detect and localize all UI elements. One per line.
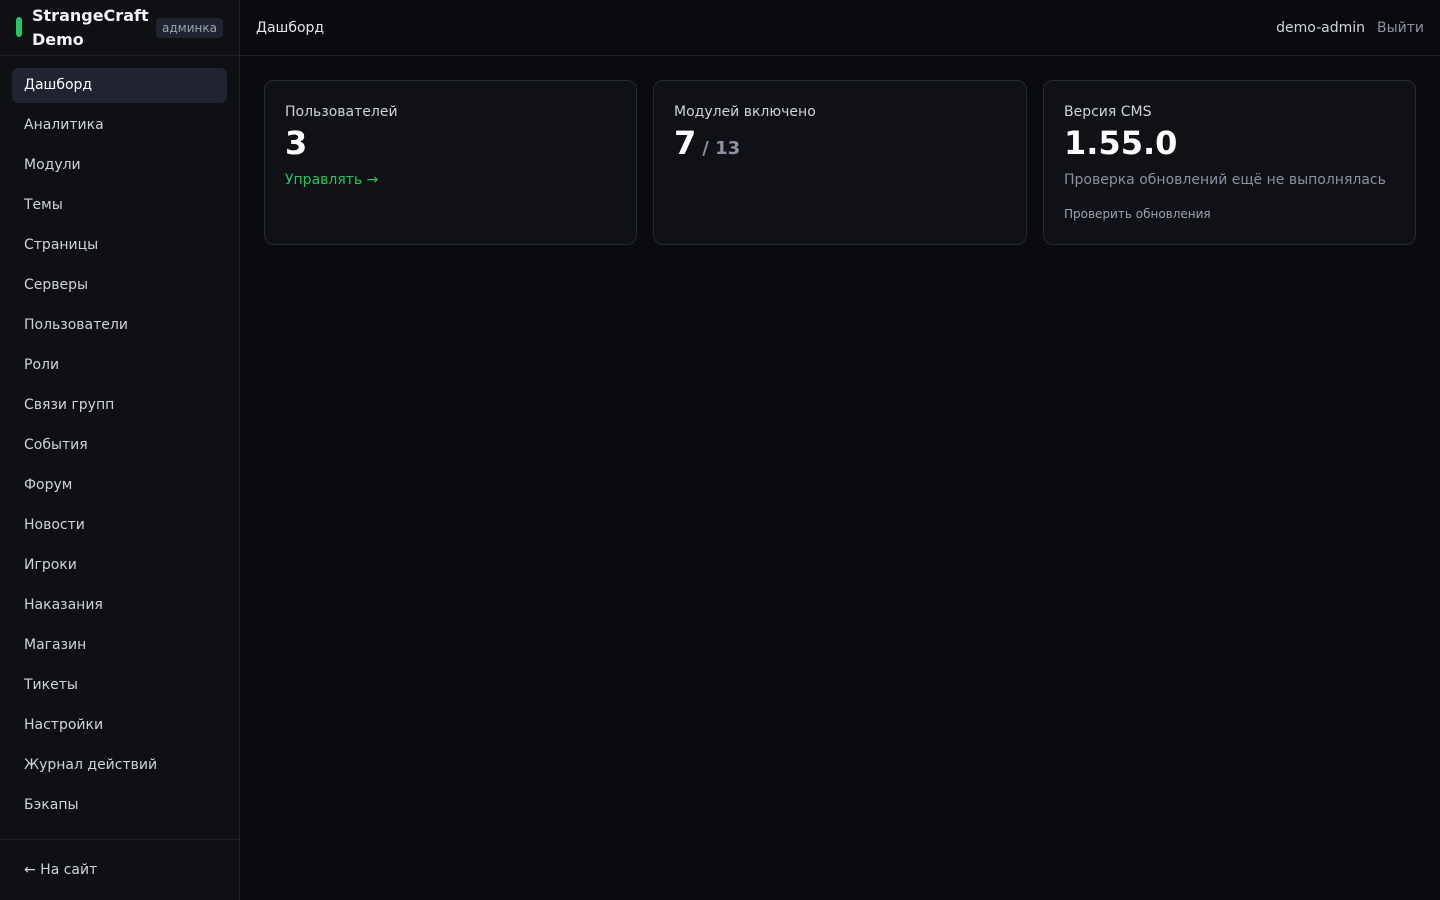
top-bar: Дашборд demo-admin Выйти (240, 0, 1440, 56)
users-card: Пользователей 3 Управлять → (264, 80, 637, 245)
version-card-label: Версия CMS (1064, 104, 1152, 120)
sidebar-item-news[interactable]: Новости (12, 508, 227, 543)
manage-users-link[interactable]: Управлять → (285, 170, 378, 190)
page-title: Дашборд (256, 20, 325, 36)
cms-version: 1.55.0 (1064, 124, 1178, 162)
sidebar-item-forum[interactable]: Форум (12, 468, 227, 503)
sidebar-item-players[interactable]: Игроки (12, 548, 227, 583)
sidebar-footer: ← На сайт (0, 839, 239, 900)
logout-button[interactable]: Выйти (1377, 18, 1424, 38)
sidebar-item-pages[interactable]: Страницы (12, 228, 227, 263)
check-updates-button[interactable]: Проверить обновления (1064, 205, 1211, 223)
version-card: Версия CMS 1.55.0 Проверка обновлений ещ… (1043, 80, 1416, 245)
brand-header: StrangeCraft Demo админка (0, 0, 239, 56)
modules-card: Модулей включено 7/ 13 (653, 80, 1027, 245)
admin-badge: админка (156, 18, 223, 38)
sidebar-item-settings[interactable]: Настройки (12, 708, 227, 743)
sidebar-item-backups[interactable]: Бэкапы (12, 788, 227, 823)
sidebar-item-audit-log[interactable]: Журнал действий (12, 748, 227, 783)
admin-app: StrangeCraft Demo админка Дашборд Аналит… (0, 0, 1440, 900)
modules-total-count: / 13 (702, 138, 741, 159)
sidebar-item-dashboard[interactable]: Дашборд (12, 68, 227, 103)
modules-card-label: Модулей включено (674, 104, 816, 120)
update-check-status: Проверка обновлений ещё не выполнялась (1064, 172, 1386, 188)
modules-value: 7/ 13 (674, 123, 740, 169)
sidebar-item-analytics[interactable]: Аналитика (12, 108, 227, 143)
sidebar-item-servers[interactable]: Серверы (12, 268, 227, 303)
sidebar-item-punishments[interactable]: Наказания (12, 588, 227, 623)
modules-enabled-count: 7 (674, 124, 697, 162)
back-to-site-link[interactable]: ← На сайт (24, 860, 97, 880)
sidebar-item-tickets[interactable]: Тикеты (12, 668, 227, 703)
sidebar-item-group-links[interactable]: Связи групп (12, 388, 227, 423)
current-user: demo-admin (1276, 20, 1365, 36)
sidebar-item-modules[interactable]: Модули (12, 148, 227, 183)
sidebar-item-roles[interactable]: Роли (12, 348, 227, 383)
sidebar-item-themes[interactable]: Темы (12, 188, 227, 223)
sidebar-item-events[interactable]: События (12, 428, 227, 463)
users-count: 3 (285, 124, 308, 162)
sidebar-item-users[interactable]: Пользователи (12, 308, 227, 343)
brand-accent-bar (16, 17, 22, 37)
sidebar: StrangeCraft Demo админка Дашборд Аналит… (0, 0, 240, 900)
brand-name: StrangeCraft Demo (32, 6, 149, 49)
users-card-label: Пользователей (285, 104, 398, 120)
sidebar-item-shop[interactable]: Магазин (12, 628, 227, 663)
sidebar-nav: Дашборд Аналитика Модули Темы Страницы С… (12, 68, 227, 828)
